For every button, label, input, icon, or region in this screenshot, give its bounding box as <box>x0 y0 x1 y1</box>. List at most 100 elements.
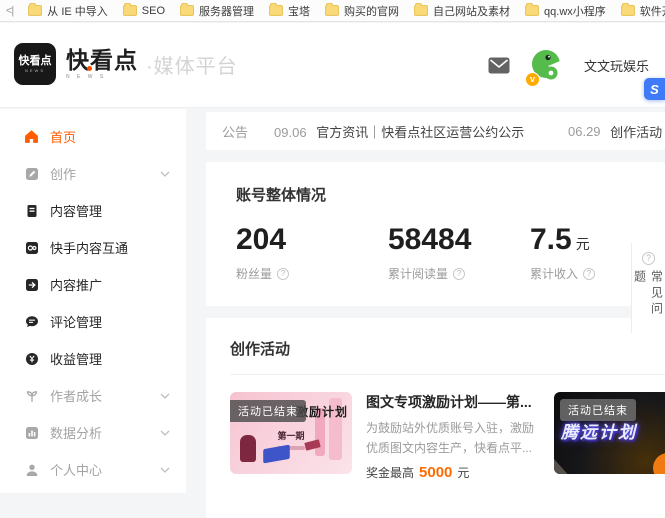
sidebar-item-revenue-management[interactable]: 收益管理 <box>0 340 186 377</box>
reward-prefix: 奖金最高 <box>366 464 414 481</box>
avatar-verified-badge: v <box>525 72 540 87</box>
stat-value: 204 <box>236 225 286 255</box>
bar-chart-icon <box>24 425 39 440</box>
sidebar-item-label: 数据分析 <box>50 423 102 442</box>
stat-label: 累计收入 <box>530 265 578 282</box>
activity-thumbnail: 活动已结束 激励计划 第一期 <box>230 392 352 474</box>
sidebar-item-label: 快手内容互通 <box>50 238 128 257</box>
pencil-icon <box>24 166 39 181</box>
help-icon[interactable]: ? <box>277 268 289 280</box>
help-icon[interactable]: ? <box>583 268 595 280</box>
bookmark-item[interactable]: 服务器管理 <box>180 3 254 19</box>
sidebar-item-label: 评论管理 <box>50 312 102 331</box>
folder-icon <box>621 5 635 16</box>
stat-total-income: 7.5 元 累计收入? <box>530 225 595 282</box>
faq-label: 常见问题 <box>632 270 665 333</box>
reward-value: 5000 <box>419 464 452 481</box>
activity-description: 为鼓励站外优质账号入驻，激励优质图文内容生产，快看点平... <box>366 419 536 459</box>
sidebar-item-label: 内容推广 <box>50 275 102 294</box>
decoration <box>554 456 577 474</box>
creation-activities-title: 创作活动 <box>230 338 641 359</box>
bookmark-item[interactable]: qq.wx小程序 <box>525 3 606 19</box>
chevron-down-icon <box>160 467 170 473</box>
kuaishou-icon <box>24 240 39 255</box>
stat-label: 累计阅读量 <box>388 265 448 282</box>
stat-value: 7.5 <box>530 225 572 255</box>
bookmark-label: SEO <box>142 5 165 17</box>
chevron-down-icon <box>160 171 170 177</box>
help-icon[interactable]: ? <box>453 268 465 280</box>
sidebar-item-comment-management[interactable]: 评论管理 <box>0 303 186 340</box>
activity-ended-badge: 活动已结束 <box>230 400 306 422</box>
brand-name: 快看点 <box>66 49 138 72</box>
divider <box>230 374 665 375</box>
chevron-down-icon <box>160 430 170 436</box>
back-icon[interactable]: <| <box>6 5 13 17</box>
reward-unit: 元 <box>457 464 469 481</box>
announcement-text: 创作活动｜“旅游 <box>610 122 665 141</box>
sidebar-item-label: 创作 <box>50 164 76 183</box>
home-icon <box>24 129 39 144</box>
thumbnail-phase: 第一期 <box>277 429 304 442</box>
sidebar-item-data-analysis[interactable]: 数据分析 <box>0 414 186 451</box>
announcement-date: 09.06 <box>274 125 307 140</box>
mail-icon[interactable] <box>488 57 510 74</box>
thumbnail-title: 腾远计划 <box>561 418 637 443</box>
sidebar-item-home[interactable]: 首页 <box>0 118 186 155</box>
question-mark-icon: ? <box>642 252 655 265</box>
activity-title: 图文专项激励计划——第... <box>366 392 536 412</box>
sidebar-item-content-management[interactable]: 内容管理 <box>0 192 186 229</box>
sidebar-item-author-growth[interactable]: 作者成长 <box>0 377 186 414</box>
activity-card-incentive-plan[interactable]: 活动已结束 激励计划 第一期 图文专项激励计划——第... 为鼓励站外优质账号入… <box>230 392 536 481</box>
arrow-right-icon <box>24 277 39 292</box>
bookmark-item[interactable]: 软件开发接单 <box>621 3 665 19</box>
activity-card-tengyuan-plan[interactable]: 活动已结束 腾远计划 <box>554 392 665 481</box>
activity-ended-badge: 活动已结束 <box>560 399 636 421</box>
bookmark-item[interactable]: SEO <box>123 5 165 17</box>
brand-subtext: N E W S <box>66 74 138 80</box>
stat-fans: 204 粉丝量? <box>236 225 388 282</box>
stat-label: 粉丝量 <box>236 265 272 282</box>
brand-logo[interactable]: 快看点 NEWS 快看点 N E W S ·媒体平台 <box>14 43 238 85</box>
username[interactable]: 文文玩娱乐 <box>584 56 649 75</box>
sidebar-item-content-promotion[interactable]: 内容推广 <box>0 266 186 303</box>
brand-wordmark: 快看点 N E W S <box>66 49 138 80</box>
app-header: 快看点 NEWS 快看点 N E W S ·媒体平台 v 文文玩娱乐 <box>0 23 665 108</box>
sidebar-item-create[interactable]: 创作 <box>0 155 186 192</box>
stat-value: 58484 <box>388 225 471 255</box>
bookmark-item[interactable]: 自己网站及素材 <box>414 3 510 19</box>
comment-icon <box>24 314 39 329</box>
announcement-text: 官方资讯｜快看点社区运营公约公示 <box>316 125 524 140</box>
bookmark-item[interactable]: 宝塔 <box>269 3 310 19</box>
stat-unit: 元 <box>576 237 590 251</box>
folder-icon <box>525 5 539 16</box>
announcement-link[interactable]: 06.29 创作活动｜“旅游 <box>568 112 665 150</box>
activity-thumbnail: 活动已结束 腾远计划 <box>554 392 665 474</box>
person-icon <box>24 462 39 477</box>
announcement-link[interactable]: 09.06 官方资讯｜快看点社区运营公约公示 <box>274 122 524 141</box>
account-overview-card: 账号整体情况 204 粉丝量? 58484 累计阅读量? 7.5元 累计收入? <box>206 162 665 306</box>
floating-plugin-button[interactable]: S <box>644 78 665 100</box>
bookmark-label: 从 IE 中导入 <box>47 3 108 19</box>
creation-activities-card: 创作活动 活动已结束 激励计划 第一期 图文专项激励计划——第... 为鼓励站外 <box>206 318 665 518</box>
sidebar-item-label: 首页 <box>50 127 76 146</box>
folder-icon <box>123 5 137 16</box>
avatar[interactable]: v <box>528 47 566 85</box>
bookmark-label: 软件开发接单 <box>640 3 665 19</box>
folder-icon <box>325 5 339 16</box>
announcement-bar: 公告 09.06 官方资讯｜快看点社区运营公约公示 06.29 创作活动｜“旅游 <box>206 112 665 150</box>
sidebar-item-personal-center[interactable]: 个人中心 <box>0 451 186 488</box>
bookmark-label: qq.wx小程序 <box>544 3 606 19</box>
coin-icon <box>24 351 39 366</box>
bookmark-item[interactable]: 购买的官网 <box>325 3 399 19</box>
sidebar-item-label: 作者成长 <box>50 386 102 405</box>
stat-total-reads: 58484 累计阅读量? <box>388 225 530 282</box>
brand-dot <box>87 66 92 71</box>
faq-widget[interactable]: ? 常见问题 <box>631 243 665 333</box>
bookmark-item[interactable]: 从 IE 中导入 <box>28 3 108 19</box>
sidebar-item-kuaishou-sync[interactable]: 快手内容互通 <box>0 229 186 266</box>
app-logo-icon: 快看点 NEWS <box>14 43 56 85</box>
folder-icon <box>414 5 428 16</box>
browser-bookmarks-bar: <| 从 IE 中导入 SEO 服务器管理 宝塔 购买的官网 自己网站及素材 q… <box>0 0 665 22</box>
bookmark-label: 服务器管理 <box>199 3 254 19</box>
